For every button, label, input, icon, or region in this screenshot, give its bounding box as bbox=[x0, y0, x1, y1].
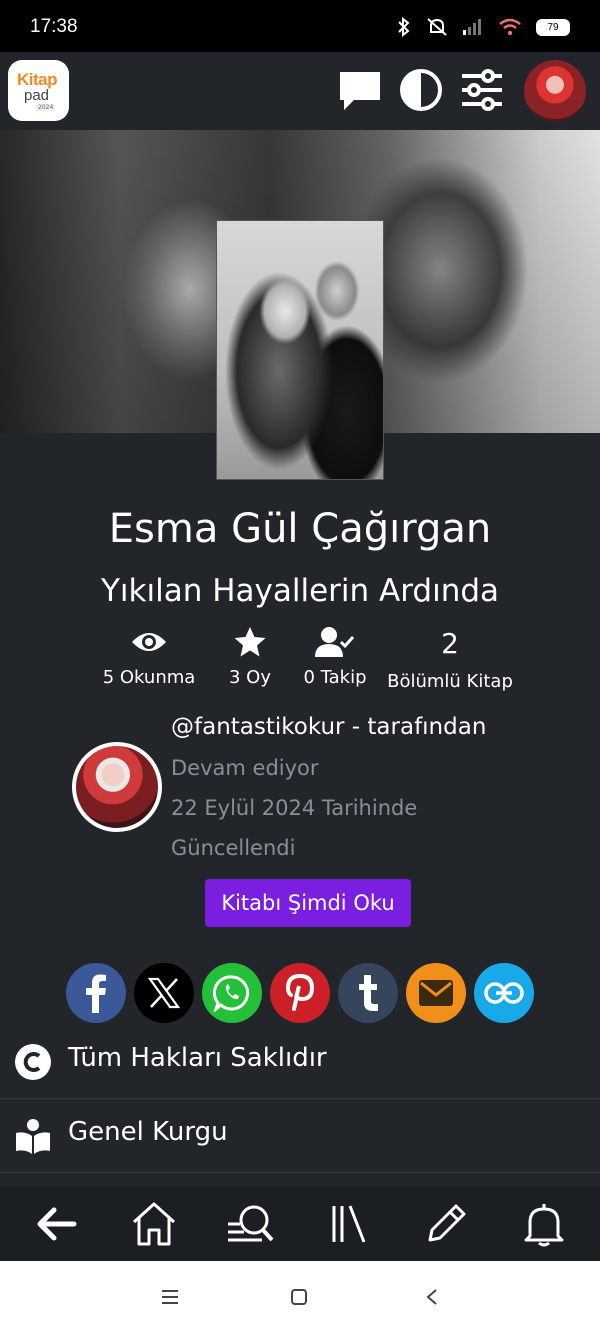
chapter-count: 2 bbox=[441, 627, 459, 660]
book-status: Devam ediyor bbox=[171, 756, 319, 780]
pinterest-icon bbox=[285, 974, 315, 1011]
genre-label: Genel Kurgu bbox=[68, 1117, 228, 1147]
home-square-icon[interactable] bbox=[290, 1288, 308, 1306]
share-pinterest-button[interactable] bbox=[270, 963, 330, 1023]
mute-icon bbox=[427, 18, 447, 36]
votes-count: 3 Oy bbox=[229, 667, 271, 688]
logo-text-bottom: pad bbox=[24, 87, 50, 104]
bell-icon[interactable] bbox=[520, 1200, 568, 1248]
updated-date: 22 Eylül 2024 Tarihinde bbox=[171, 796, 418, 820]
back-arrow-icon[interactable] bbox=[32, 1200, 80, 1248]
android-navigation-bar bbox=[0, 1261, 600, 1333]
eye-icon bbox=[132, 633, 166, 651]
status-bar: 17:38 79 bbox=[0, 0, 600, 52]
wifi-icon bbox=[499, 18, 521, 36]
stat-votes: 3 Oy bbox=[220, 625, 280, 688]
stat-followers: 0 Takip bbox=[300, 625, 370, 688]
author-byline-link[interactable]: @fantastikokur - tarafından bbox=[171, 714, 486, 740]
tumblr-icon bbox=[359, 975, 378, 1011]
battery-indicator: 79 bbox=[536, 18, 570, 36]
chapter-label: Bölümlü Kitap bbox=[387, 671, 513, 692]
link-icon bbox=[484, 982, 524, 1004]
back-chevron-icon[interactable] bbox=[424, 1288, 440, 1306]
book-title: Yıkılan Hayallerin Ardında bbox=[100, 573, 500, 609]
user-check-icon bbox=[315, 627, 355, 657]
share-email-button[interactable] bbox=[406, 963, 466, 1023]
info-row-copyright: Tüm Hakları Saklıdır bbox=[0, 1025, 600, 1099]
stat-chapters: 2 Bölümlü Kitap bbox=[383, 625, 517, 692]
settings-sliders-icon[interactable] bbox=[458, 66, 506, 114]
library-icon[interactable] bbox=[324, 1200, 372, 1248]
menu-icon[interactable] bbox=[160, 1289, 180, 1305]
reader-icon bbox=[16, 1119, 50, 1154]
reads-count: 5 Okunma bbox=[102, 667, 196, 688]
updated-label: Güncellendi bbox=[171, 836, 296, 860]
stat-reads: 5 Okunma bbox=[100, 625, 198, 688]
share-link-button[interactable] bbox=[474, 963, 534, 1023]
kitappad-logo[interactable]: Kitap pad 2024 bbox=[8, 60, 69, 121]
whatsapp-icon bbox=[213, 975, 250, 1012]
copyright-label: Tüm Hakları Saklıdır bbox=[68, 1043, 327, 1073]
share-whatsapp-button[interactable] bbox=[202, 963, 262, 1023]
info-row-genre[interactable]: Genel Kurgu bbox=[0, 1099, 600, 1173]
signal-icon bbox=[463, 19, 481, 35]
logo-tag: 2024 bbox=[36, 104, 56, 111]
app-header: Kitap pad 2024 bbox=[0, 52, 600, 130]
chat-icon[interactable] bbox=[336, 66, 384, 114]
home-icon[interactable] bbox=[130, 1200, 178, 1248]
share-facebook-button[interactable] bbox=[66, 963, 126, 1023]
x-icon bbox=[148, 977, 180, 1009]
status-icons: 79 bbox=[396, 17, 570, 37]
followers-count: 0 Takip bbox=[303, 667, 367, 688]
pencil-icon[interactable] bbox=[422, 1200, 470, 1248]
author-name: Esma Gül Çağırgan bbox=[108, 506, 492, 552]
bluetooth-icon bbox=[398, 17, 410, 37]
book-cover-image bbox=[216, 220, 384, 480]
bottom-navigation bbox=[0, 1186, 600, 1261]
star-icon bbox=[234, 627, 266, 657]
search-icon[interactable] bbox=[226, 1200, 274, 1248]
user-avatar[interactable] bbox=[524, 60, 586, 122]
theme-toggle-icon[interactable] bbox=[397, 66, 445, 114]
facebook-icon bbox=[86, 974, 106, 1013]
envelope-icon bbox=[419, 980, 453, 1006]
copyright-icon bbox=[15, 1044, 51, 1080]
share-x-button[interactable] bbox=[134, 963, 194, 1023]
status-time: 17:38 bbox=[30, 16, 78, 37]
read-now-button[interactable]: Kitabı Şimdi Oku bbox=[205, 879, 411, 927]
share-tumblr-button[interactable] bbox=[338, 963, 398, 1023]
author-avatar[interactable] bbox=[72, 742, 162, 832]
